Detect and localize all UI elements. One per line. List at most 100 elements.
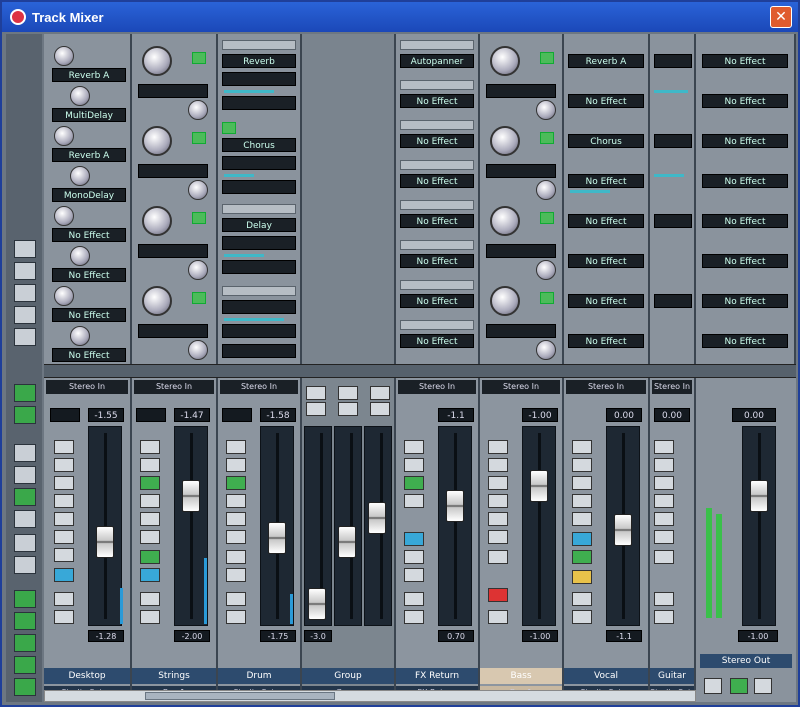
solo-button[interactable] [226, 458, 246, 472]
volume-fader[interactable] [96, 526, 114, 558]
eq-band-on-button[interactable] [192, 292, 206, 304]
input-routing[interactable]: Stereo In [652, 380, 692, 394]
edit-button[interactable] [226, 610, 246, 624]
eq-bypass-button[interactable] [488, 512, 508, 526]
send-level-knob[interactable] [54, 206, 74, 226]
input-routing[interactable]: Stereo In [46, 380, 128, 394]
eq-q-knob[interactable] [188, 180, 208, 200]
eq-band-on-button[interactable] [192, 132, 206, 144]
insert-bypass-button[interactable] [572, 532, 592, 546]
eq-bypass-button[interactable] [54, 512, 74, 526]
insert-slot[interactable]: No Effect [568, 214, 644, 228]
channel-name[interactable]: Desktop [44, 668, 130, 684]
filter-button-2[interactable] [14, 466, 36, 484]
insert-slot[interactable]: MonoDelay [52, 188, 126, 202]
send-bypass-button[interactable] [404, 550, 424, 564]
eq-gain-knob[interactable] [490, 46, 520, 76]
volume-value[interactable]: 0.00 [606, 408, 642, 422]
group-fader-3[interactable] [368, 502, 386, 534]
volume-fader[interactable] [614, 514, 632, 546]
eq-q-knob[interactable] [536, 340, 556, 360]
send-level-knob[interactable] [54, 286, 74, 306]
send-level-knob[interactable] [70, 166, 90, 186]
insert-slot[interactable]: Reverb A [52, 148, 126, 162]
close-button[interactable]: ✕ [770, 6, 792, 28]
send-bypass-button[interactable] [226, 550, 246, 564]
send-level-knob[interactable] [54, 46, 74, 66]
eq-bypass-button[interactable] [140, 512, 160, 526]
write-button[interactable] [488, 494, 508, 508]
master-button-3[interactable] [754, 678, 772, 694]
eq-q-knob[interactable] [188, 260, 208, 280]
master-fader[interactable] [750, 480, 768, 512]
insert-slot[interactable]: Autopanner [400, 54, 474, 68]
mute-button[interactable] [404, 440, 424, 454]
group-button-2[interactable] [338, 386, 358, 400]
channel-type-button-1[interactable] [14, 590, 36, 608]
record-enable-button[interactable] [226, 592, 246, 606]
eq-q-knob[interactable] [536, 180, 556, 200]
insert-slot[interactable]: MultiDelay [52, 108, 126, 122]
channel-type-button-2[interactable] [14, 612, 36, 630]
read-button[interactable] [654, 476, 674, 490]
insert-bypass-button[interactable] [226, 530, 246, 544]
input-routing[interactable]: Stereo In [482, 380, 560, 394]
master-fader-track[interactable] [742, 426, 776, 626]
insert-slot[interactable]: No Effect [702, 94, 788, 108]
eq-q-knob[interactable] [536, 260, 556, 280]
send-bypass-button[interactable] [140, 550, 160, 564]
send-on-button[interactable] [222, 122, 236, 134]
show-sends-button[interactable] [14, 406, 36, 424]
insert-slot[interactable]: No Effect [568, 174, 644, 188]
insert-slot[interactable]: No Effect [400, 334, 474, 348]
eq-gain-knob[interactable] [142, 206, 172, 236]
channel-name[interactable]: Vocal [564, 668, 648, 684]
group-button-3[interactable] [370, 386, 390, 400]
insert-slot[interactable]: Reverb A [52, 68, 126, 82]
send-level-knob[interactable] [70, 326, 90, 346]
read-button[interactable] [54, 476, 74, 490]
monitor-button[interactable] [226, 568, 246, 582]
filter-button-4[interactable] [14, 510, 36, 528]
group-fader-2[interactable] [338, 526, 356, 558]
edit-button[interactable] [404, 610, 424, 624]
channel-type-button-5[interactable] [14, 678, 36, 696]
eq-q-knob[interactable] [536, 100, 556, 120]
record-enable-button[interactable] [140, 592, 160, 606]
read-button[interactable] [572, 476, 592, 490]
eq-gain-knob[interactable] [142, 126, 172, 156]
insert-slot[interactable]: No Effect [702, 254, 788, 268]
view-button-2[interactable] [14, 262, 36, 280]
volume-value[interactable]: -1.47 [174, 408, 210, 422]
input-routing[interactable]: Stereo In [398, 380, 476, 394]
volume-fader[interactable] [268, 522, 286, 554]
fader-track[interactable] [438, 426, 472, 626]
group-button-5[interactable] [338, 402, 358, 416]
solo-button[interactable] [140, 458, 160, 472]
insert-slot[interactable]: No Effect [400, 294, 474, 308]
read-button[interactable] [140, 476, 160, 490]
edit-button[interactable] [488, 610, 508, 624]
master-button-2[interactable] [730, 678, 748, 694]
send-bypass-button[interactable] [572, 550, 592, 564]
write-button[interactable] [226, 494, 246, 508]
horizontal-scrollbar[interactable] [44, 690, 696, 702]
filter-button-3[interactable] [14, 488, 36, 506]
insert-slot[interactable]: No Effect [568, 294, 644, 308]
read-button[interactable] [226, 476, 246, 490]
channel-name[interactable]: Strings [132, 668, 216, 684]
insert-bypass-button[interactable] [404, 532, 424, 546]
write-button[interactable] [404, 494, 424, 508]
send-bypass-button[interactable] [488, 550, 508, 564]
insert-bypass-button[interactable] [654, 530, 674, 544]
insert-slot[interactable]: No Effect [568, 254, 644, 268]
read-button[interactable] [488, 476, 508, 490]
channel-type-button-4[interactable] [14, 656, 36, 674]
solo-button[interactable] [404, 458, 424, 472]
volume-value[interactable]: -1.55 [88, 408, 124, 422]
view-button-1[interactable] [14, 240, 36, 258]
send-slot[interactable]: Delay [222, 218, 296, 232]
solo-button[interactable] [54, 458, 74, 472]
insert-slot[interactable]: No Effect [702, 294, 788, 308]
insert-slot[interactable]: Chorus [568, 134, 644, 148]
